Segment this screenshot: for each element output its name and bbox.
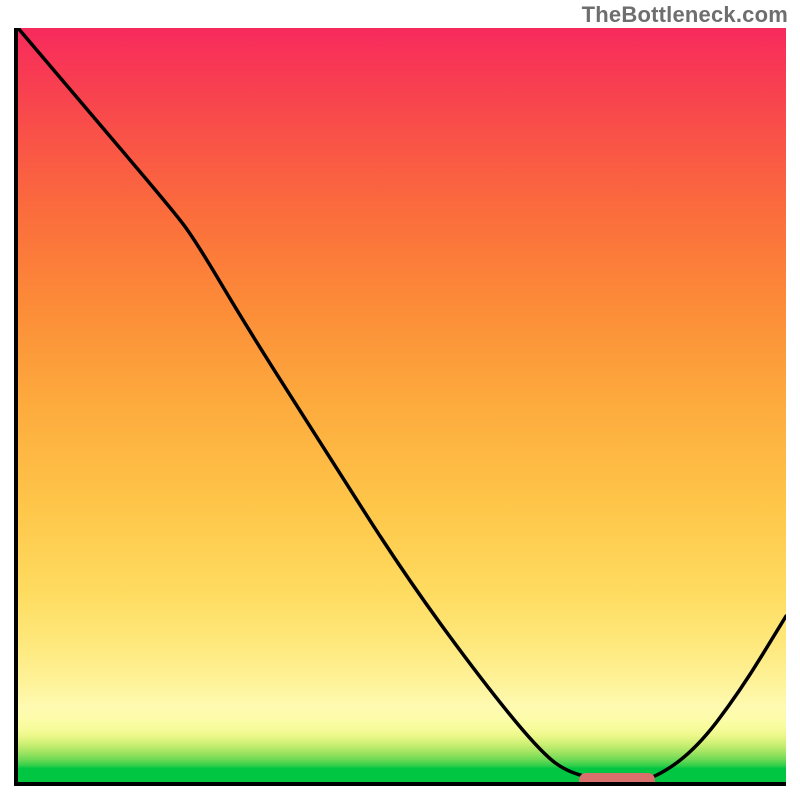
optimal-range-marker	[579, 773, 656, 786]
bottleneck-curve	[18, 28, 786, 782]
bottleneck-chart: TheBottleneck.com	[0, 0, 800, 800]
plot-area	[14, 28, 786, 786]
attribution-label: TheBottleneck.com	[582, 2, 788, 28]
curve-layer	[18, 28, 786, 782]
